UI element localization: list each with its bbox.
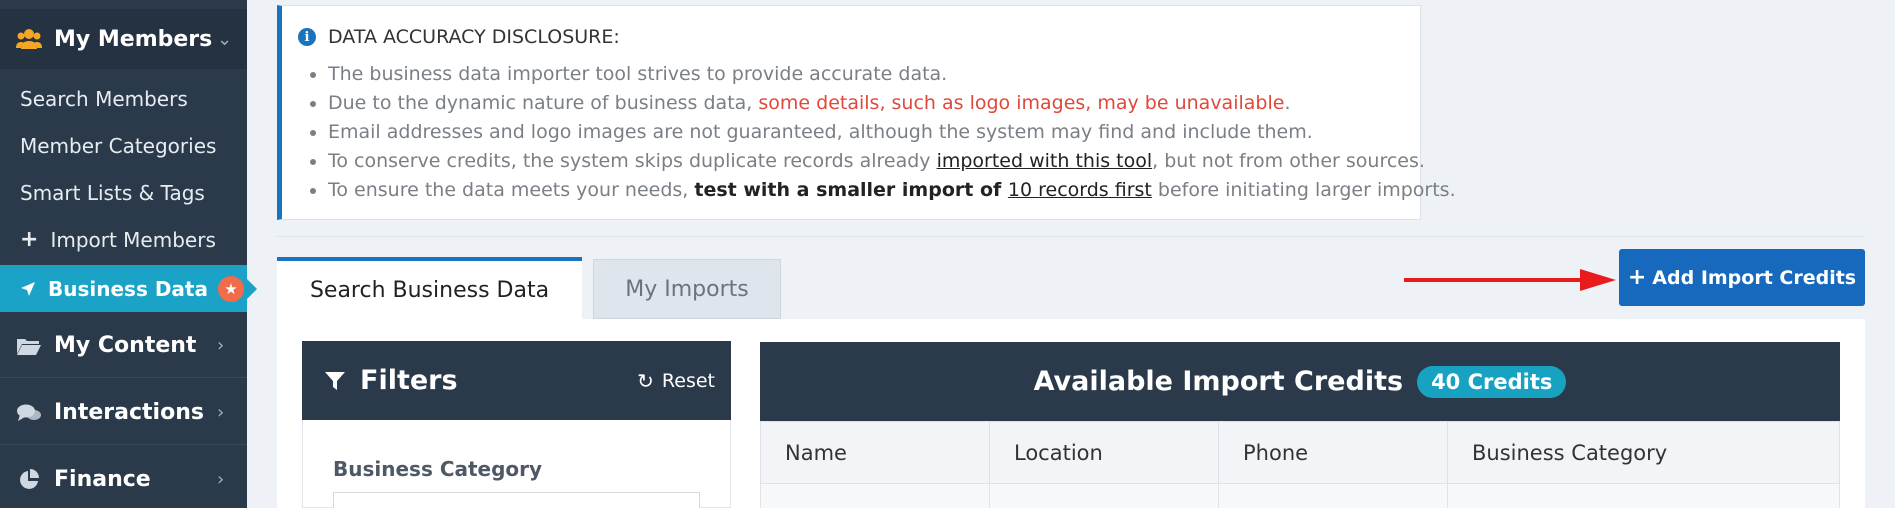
table-cell xyxy=(1448,484,1839,508)
business-category-label: Business Category xyxy=(333,457,543,481)
divider xyxy=(277,236,1865,237)
filter-icon xyxy=(324,370,346,392)
table-row xyxy=(760,484,1840,508)
button-label: Add Import Credits xyxy=(1652,266,1857,289)
sidebar-item-smart-lists[interactable]: Smart Lists & Tags xyxy=(0,169,247,216)
star-icon: ★ xyxy=(217,275,244,302)
disclosure-list: The business data importer tool strives … xyxy=(328,60,1456,205)
chevron-right-icon: › xyxy=(217,335,225,356)
sidebar-item-label: Search Members xyxy=(20,86,188,111)
chevron-right-icon: › xyxy=(217,469,225,490)
refresh-icon: ↻ xyxy=(637,368,654,393)
paper-plane-icon xyxy=(20,281,36,297)
table-cell xyxy=(761,484,990,508)
sidebar-section-finance[interactable]: Finance › xyxy=(0,452,247,507)
warning-text: some details, such as logo images, may b… xyxy=(758,92,1285,114)
list-item: To ensure the data meets your needs, tes… xyxy=(328,176,1456,205)
sidebar: My Members ⌄ Search Members Member Categ… xyxy=(0,0,257,508)
column-header-name[interactable]: Name xyxy=(761,422,990,483)
table-cell xyxy=(1219,484,1448,508)
list-item-text: To ensure the data meets your needs, xyxy=(328,179,695,201)
sidebar-section-label: Interactions xyxy=(54,400,204,425)
sidebar-item-import-members[interactable]: + Import Members xyxy=(0,216,247,263)
sidebar-section-interactions[interactable]: Interactions › xyxy=(0,385,247,440)
sidebar-item-label: Member Categories xyxy=(20,133,217,158)
list-item-text: The business data importer tool strives … xyxy=(328,63,948,85)
data-accuracy-disclosure: i DATA ACCURACY DISCLOSURE: The business… xyxy=(277,5,1456,220)
users-icon xyxy=(14,28,44,50)
credits-title: Available Import Credits xyxy=(1033,366,1404,397)
list-item: Email addresses and logo images are not … xyxy=(328,118,1456,147)
list-item-text: . xyxy=(1284,92,1291,114)
sidebar-item-label: Smart Lists & Tags xyxy=(20,180,205,205)
list-item-bold-text: test with a smaller import of xyxy=(694,179,1008,201)
plus-icon: + xyxy=(1627,265,1647,290)
tab-search-business-data[interactable]: Search Business Data xyxy=(277,257,582,319)
reset-button[interactable]: ↻ Reset xyxy=(637,369,715,393)
list-item-text: To conserve credits, the system skips du… xyxy=(328,150,937,172)
reset-label: Reset xyxy=(661,369,715,392)
list-item: To conserve credits, the system skips du… xyxy=(328,147,1456,176)
ten-records-link[interactable]: 10 records first xyxy=(1008,179,1152,201)
sidebar-section-my-content[interactable]: My Content › xyxy=(0,318,247,373)
list-item: The business data importer tool strives … xyxy=(328,60,1456,89)
sidebar-section-my-members[interactable]: My Members ⌄ xyxy=(0,9,247,69)
column-header-phone[interactable]: Phone xyxy=(1219,422,1448,483)
filters-header: Filters ↻ Reset xyxy=(302,341,731,420)
credits-badge: 40 Credits xyxy=(1417,365,1567,398)
sidebar-section-label: My Content xyxy=(54,333,197,358)
add-import-credits-button[interactable]: + Add Import Credits xyxy=(1619,249,1865,306)
table-header-row: Name Location Phone Business Category xyxy=(760,421,1840,484)
list-item-text: , but not from other sources. xyxy=(1152,150,1425,172)
business-category-input[interactable] xyxy=(333,492,700,508)
folder-icon xyxy=(14,336,44,356)
red-arrow-annotation xyxy=(1404,269,1616,291)
column-header-business-category[interactable]: Business Category xyxy=(1448,422,1839,483)
sidebar-item-member-categories[interactable]: Member Categories xyxy=(0,122,247,169)
sidebar-section-label: Finance xyxy=(54,467,151,492)
sidebar-item-label: Import Members xyxy=(50,227,216,252)
credits-header: Available Import Credits 40 Credits xyxy=(760,342,1840,421)
table-cell xyxy=(990,484,1219,508)
info-icon: i xyxy=(298,28,316,46)
list-item-text: Due to the dynamic nature of business da… xyxy=(328,92,759,114)
chevron-down-icon: ⌄ xyxy=(217,28,233,50)
column-header-location[interactable]: Location xyxy=(990,422,1219,483)
tab-my-imports[interactable]: My Imports xyxy=(593,259,781,319)
list-item: Due to the dynamic nature of business da… xyxy=(328,89,1456,118)
list-item-text: before initiating larger imports. xyxy=(1151,179,1456,201)
plus-icon: + xyxy=(20,227,39,252)
filters-title: Filters xyxy=(360,365,458,396)
divider xyxy=(0,444,247,445)
pie-chart-icon xyxy=(14,468,44,491)
divider xyxy=(0,377,247,378)
disclosure-title: i DATA ACCURACY DISCLOSURE: xyxy=(298,26,620,48)
list-item-text: Email addresses and logo images are not … xyxy=(328,121,1313,143)
sidebar-item-search-members[interactable]: Search Members xyxy=(0,75,247,122)
comments-icon xyxy=(14,403,44,423)
imported-tool-link[interactable]: imported with this tool xyxy=(937,150,1153,172)
chevron-right-icon: › xyxy=(217,402,225,423)
sidebar-section-label: My Members xyxy=(54,26,213,52)
sidebar-item-label: Business Data xyxy=(48,276,208,301)
sidebar-item-business-data[interactable]: Business Data ★ xyxy=(0,265,257,312)
disclosure-title-text: DATA ACCURACY DISCLOSURE: xyxy=(328,26,620,48)
